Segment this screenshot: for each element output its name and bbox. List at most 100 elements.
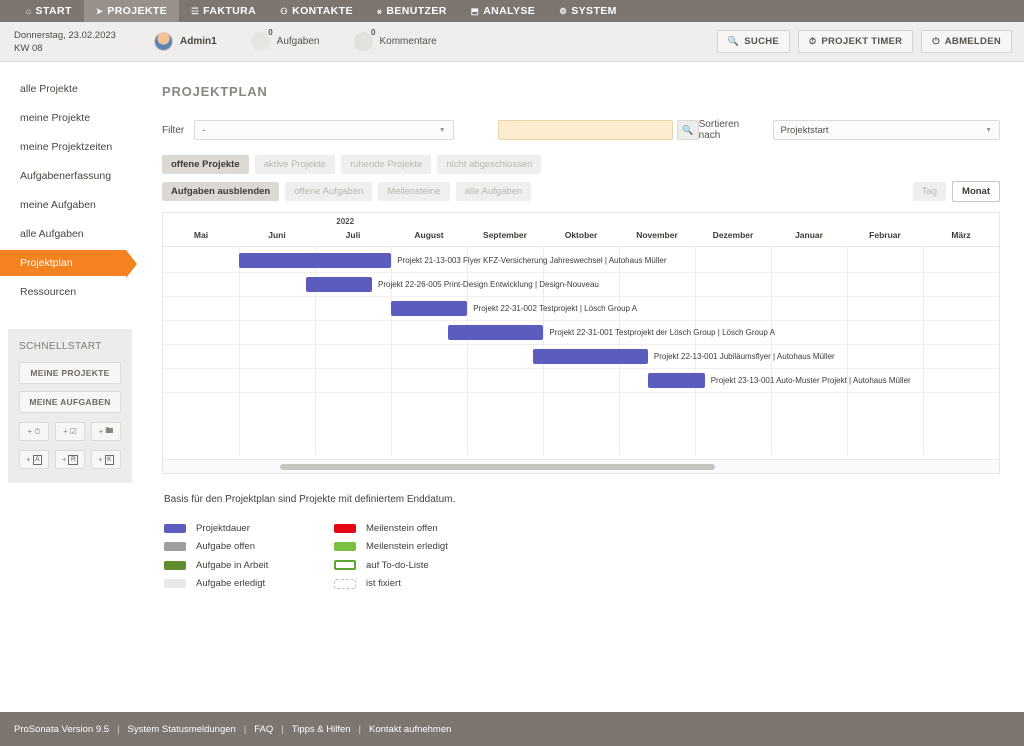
filter-select-value: - — [202, 125, 205, 136]
clock-icon: ⏱ — [809, 36, 816, 47]
gantt-bar-label: Projekt 22-31-002 Testprojekt | Lösch Gr… — [473, 301, 637, 316]
search-icon: 🔍 — [682, 125, 693, 136]
plane-icon: ➤ — [96, 6, 104, 17]
gantt-month-dezember: Dezember — [713, 230, 754, 240]
power-icon: ⏻ — [932, 36, 939, 47]
comments-indicator[interactable]: 0 Kommentare — [354, 32, 437, 51]
quickstart-my-tasks-button[interactable]: MEINE AUFGABEN — [19, 391, 121, 413]
gantt-month-oktober: Oktober — [565, 230, 598, 240]
tasks-label: Aufgaben — [277, 36, 320, 47]
topnav-item-label: FAKTURA — [203, 5, 256, 17]
gantt-month-februar: Februar — [869, 230, 901, 240]
search-button-label: SUCHE — [744, 36, 779, 47]
chip-offene-aufgaben[interactable]: offene Aufgaben — [285, 182, 372, 201]
footer-link-system-statusmeldungen[interactable]: System Statusmeldungen — [128, 724, 236, 735]
add-time-icon[interactable]: +⏱ — [19, 422, 49, 441]
gantt-bar-label: Projekt 23-13-001 Auto-Muster Projekt | … — [711, 373, 911, 388]
legend-label: Meilenstein offen — [366, 523, 438, 534]
chip-aktive-projekte[interactable]: aktive Projekte — [255, 155, 335, 174]
page-body: alle Projekte meine Projekte meine Projekt… — [0, 62, 1024, 746]
sidebar-item-meine-aufgaben[interactable]: meine Aufgaben — [0, 192, 126, 218]
search-submit-button[interactable]: 🔍 — [677, 120, 699, 140]
gantt-month-september: September — [483, 230, 527, 240]
topnav-item-kontakte[interactable]: ⚇KONTAKTE — [268, 0, 365, 22]
sidebar-item-label: alle Aufgaben — [20, 228, 84, 240]
legend-row: Meilenstein erledigt — [334, 538, 504, 557]
home-icon: ⌂ — [26, 6, 32, 16]
filter-select[interactable]: - ▼ — [194, 120, 453, 140]
gantt-scrollbar-thumb[interactable] — [280, 464, 715, 470]
gantt-bar[interactable] — [533, 349, 648, 364]
gantt-bar[interactable] — [239, 253, 391, 268]
gantt-month-mai: Mai — [194, 230, 208, 240]
chip-scale-monat[interactable]: Monat — [952, 181, 1000, 202]
sidebar-item-label: Projektplan — [20, 257, 73, 269]
project-timer-button[interactable]: ⏱ PROJEKT TIMER — [798, 30, 913, 53]
sidebar-item-meine-projektzeiten[interactable]: meine Projektzeiten — [0, 134, 126, 160]
gantt-bar[interactable] — [391, 301, 467, 316]
footer-separator: | — [117, 724, 119, 735]
tasks-indicator[interactable]: 0 Aufgaben — [251, 32, 320, 51]
sidebar: alle Projekte meine Projekte meine Projekt… — [0, 62, 150, 746]
sort-select-value: Projektstart — [781, 125, 829, 136]
gantt-chart[interactable]: 2022MaiJuniJuliAugustSeptemberOktoberNov… — [162, 212, 1000, 474]
add-r-icon[interactable]: +R — [55, 450, 85, 469]
add-project-icon[interactable]: +🖿 — [91, 422, 121, 441]
gantt-month-märz: März — [951, 230, 970, 240]
page-title: PROJEKTPLAN — [162, 84, 1000, 99]
chip-aufgaben-ausblenden[interactable]: Aufgaben ausblenden — [162, 182, 279, 201]
task-icon: 0 — [251, 32, 270, 51]
gantt-scrollbar[interactable] — [163, 459, 999, 473]
gantt-bar-label: Projekt 22-31-001 Testprojekt der Lösch … — [549, 325, 775, 340]
sidebar-item-ressourcen[interactable]: Ressourcen — [0, 279, 126, 305]
add-task-icon[interactable]: +☑ — [55, 422, 85, 441]
footer-link-kontakt-aufnehmen[interactable]: Kontakt aufnehmen — [369, 724, 451, 735]
gantt-gridline — [239, 247, 240, 455]
gantt-bar[interactable] — [648, 373, 705, 388]
logout-button[interactable]: ⏻ ABMELDEN — [921, 30, 1012, 53]
sidebar-item-alle-aufgaben[interactable]: alle Aufgaben — [0, 221, 126, 247]
gantt-bar-label: Projekt 22-26-005 Print-Design Entwicklu… — [378, 277, 599, 292]
sidebar-item-label: Ressourcen — [20, 286, 76, 298]
add-k-icon[interactable]: +K — [91, 450, 121, 469]
topnav-item-benutzer[interactable]: ⚹BENUTZER — [365, 0, 459, 22]
chip-alle-aufgaben[interactable]: alle Aufgaben — [456, 182, 532, 201]
gantt-bar[interactable] — [448, 325, 543, 340]
topnav-item-start[interactable]: ⌂START — [14, 0, 84, 22]
topnav-item-analyse[interactable]: ⬒ANALYSE — [459, 0, 547, 22]
chip-scale-tag[interactable]: Tag — [913, 182, 946, 201]
chip-meilensteine[interactable]: Meilensteine — [378, 182, 449, 201]
gantt-bar[interactable] — [306, 277, 372, 292]
comments-count: 0 — [371, 28, 375, 37]
legend-swatch-ist-fixiert — [334, 579, 356, 589]
topnav-item-projekte[interactable]: ➤PROJEKTE — [84, 0, 179, 22]
topnav-item-faktura[interactable]: ☲FAKTURA — [179, 0, 268, 22]
user-icon: ⚹ — [377, 6, 383, 17]
footer-link-tipps-and-hilfen[interactable]: Tipps & Hilfen — [292, 724, 351, 735]
gantt-gridline — [847, 247, 848, 455]
sidebar-item-projektplan[interactable]: Projektplan — [0, 250, 126, 276]
chip-nicht-abgeschlossen[interactable]: nicht abgeschlossen — [437, 155, 541, 174]
chip-offene-projekte[interactable]: offene Projekte — [162, 155, 249, 174]
search-input[interactable] — [498, 120, 673, 140]
add-a-icon[interactable]: +A — [19, 450, 49, 469]
sidebar-item-aufgabenerfassung[interactable]: Aufgabenerfassung — [0, 163, 126, 189]
gear-icon: ⚙ — [559, 6, 567, 17]
sidebar-item-alle-projekte[interactable]: alle Projekte — [0, 76, 126, 102]
legend-swatch-aufgabe-offen — [164, 542, 186, 551]
gantt-month-juli: Juli — [346, 230, 361, 240]
topnav-item-system[interactable]: ⚙SYSTEM — [547, 0, 629, 22]
search-button[interactable]: 🔍 SUCHE — [717, 30, 790, 53]
gantt-row-divider — [163, 296, 999, 297]
header-actions: 🔍 SUCHE ⏱ PROJEKT TIMER ⏻ ABMELDEN — [717, 30, 1012, 53]
gantt-month-august: August — [414, 230, 443, 240]
user-info[interactable]: Admin1 — [154, 32, 217, 51]
footer: ProSonata Version 9.5|System Statusmeldu… — [0, 712, 1024, 746]
sort-select[interactable]: Projektstart ▼ — [773, 120, 1000, 140]
chip-ruhende-projekte[interactable]: ruhende Projekte — [341, 155, 431, 174]
footer-link-faq[interactable]: FAQ — [254, 724, 273, 735]
legend-label: ist fixiert — [366, 578, 401, 589]
legend-row: ist fixiert — [334, 575, 504, 594]
quickstart-my-projects-button[interactable]: MEINE PROJEKTE — [19, 362, 121, 384]
sidebar-item-meine-projekte[interactable]: meine Projekte — [0, 105, 126, 131]
